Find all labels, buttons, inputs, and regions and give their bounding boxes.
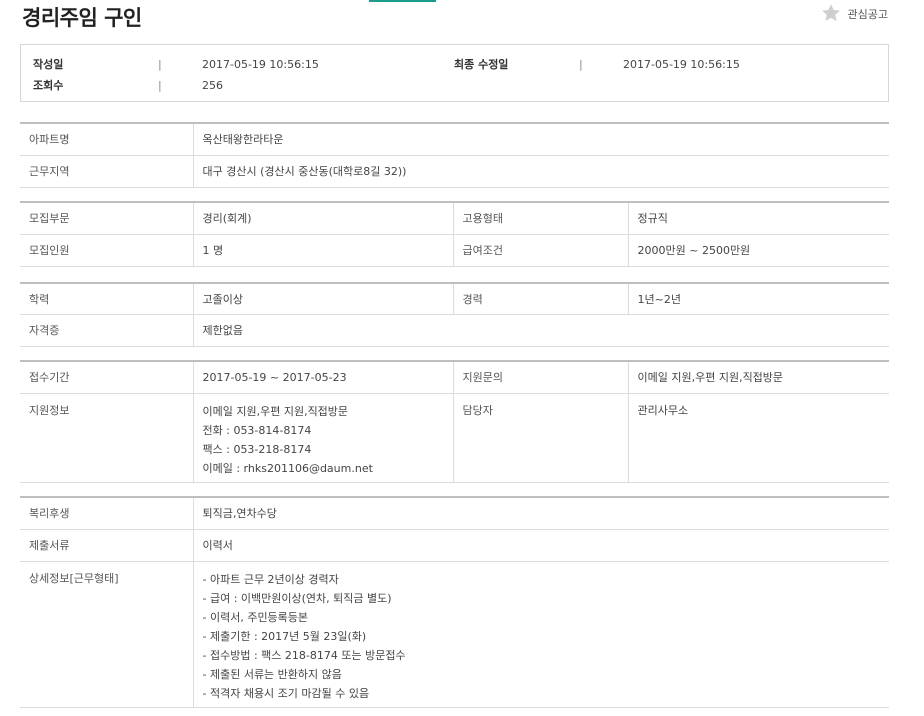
welfare-value: 퇴직금,연차수당 xyxy=(192,497,889,530)
created-label: 작성일 xyxy=(33,58,64,71)
apply-line: 전화 : 053-814-8174 xyxy=(202,423,312,437)
period-label: 접수기간 xyxy=(20,361,193,394)
dept-value: 경리(회계) xyxy=(192,202,453,235)
documents-label: 제출서류 xyxy=(20,529,193,562)
star-icon xyxy=(820,2,842,27)
views-value: 256 xyxy=(202,79,223,92)
favorite-label: 관심공고 xyxy=(847,8,888,21)
contact-value: 관리사무소 xyxy=(627,393,889,483)
employment-type-label: 고용형태 xyxy=(452,202,628,235)
work-region-value: 대구 경산시 (경산시 중산동(대학로8길 32)) xyxy=(192,155,889,188)
created-value: 2017-05-19 10:56:15 xyxy=(202,58,319,71)
favorite-button[interactable]: 관심공고 xyxy=(820,3,888,25)
recruit-info-table: 모집부문 경리(회계) 고용형태 정규직 모집인원 1 명 급여조건 2000만… xyxy=(20,201,889,267)
detail-line: - 이력서, 주민등록등본 xyxy=(202,610,309,624)
detail-label: 상세정보[근무형태] xyxy=(20,561,193,708)
experience-value: 1년~2년 xyxy=(627,283,889,315)
active-tab-indicator xyxy=(369,0,436,2)
views-label: 조회수 xyxy=(33,79,64,92)
apartment-name-label: 아파트명 xyxy=(20,123,193,156)
modified-label: 최종 수정일 xyxy=(454,58,509,71)
salary-label: 급여조건 xyxy=(452,234,628,267)
separator: | xyxy=(158,58,162,71)
documents-value: 이력서 xyxy=(192,529,889,562)
detail-line: - 급여 : 이백만원이상(연차, 퇴직금 별도) xyxy=(202,591,392,605)
separator: | xyxy=(579,58,583,71)
detail-table: 복리후생 퇴직금,연차수당 제출서류 이력서 상세정보[근무형태] - 아파트 … xyxy=(20,496,889,708)
detail-line: - 제출기한 : 2017년 5월 23일(화) xyxy=(202,629,367,643)
detail-line: - 접수방법 : 팩스 218-8174 또는 방문접수 xyxy=(202,648,406,662)
page-title: 경리주임 구인 xyxy=(22,6,142,30)
separator: | xyxy=(158,79,162,92)
detail-line: - 적격자 채용시 조기 마감될 수 있음 xyxy=(202,686,370,700)
education-label: 학력 xyxy=(20,283,193,315)
certificate-value: 제한없음 xyxy=(192,314,889,347)
apply-info-label: 지원정보 xyxy=(20,393,193,483)
experience-label: 경력 xyxy=(452,283,628,315)
headcount-label: 모집인원 xyxy=(20,234,193,267)
welfare-label: 복리후생 xyxy=(20,497,193,530)
apply-line: 팩스 : 053-218-8174 xyxy=(202,442,312,456)
salary-value: 2000만원 ~ 2500만원 xyxy=(627,234,889,267)
inquiry-value: 이메일 지원,우편 지원,직접방문 xyxy=(627,361,889,394)
apply-line: 이메일 지원,우편 지원,직접방문 xyxy=(202,404,349,418)
period-value: 2017-05-19 ~ 2017-05-23 xyxy=(192,361,453,394)
apartment-name-value: 옥산태왕한라타운 xyxy=(192,123,889,156)
dept-label: 모집부문 xyxy=(20,202,193,235)
application-table: 접수기간 2017-05-19 ~ 2017-05-23 지원문의 이메일 지원… xyxy=(20,360,889,483)
detail-value: - 아파트 근무 2년이상 경력자 - 급여 : 이백만원이상(연차, 퇴직금 … xyxy=(192,561,889,708)
education-value: 고졸이상 xyxy=(192,283,453,315)
detail-line: - 제출된 서류는 반환하지 않음 xyxy=(202,667,342,681)
modified-value: 2017-05-19 10:56:15 xyxy=(623,58,740,71)
headcount-value: 1 명 xyxy=(192,234,453,267)
qualification-table: 학력 고졸이상 경력 1년~2년 자격증 제한없음 xyxy=(20,282,889,347)
contact-label: 담당자 xyxy=(452,393,628,483)
detail-line: - 아파트 근무 2년이상 경력자 xyxy=(202,572,339,586)
employment-type-value: 정규직 xyxy=(627,202,889,235)
apply-line: 이메일 : rhks201106@daum.net xyxy=(202,461,373,475)
certificate-label: 자격증 xyxy=(20,314,193,347)
post-meta-box: 작성일 | 2017-05-19 10:56:15 최종 수정일 | 2017-… xyxy=(20,44,889,102)
apply-info-value: 이메일 지원,우편 지원,직접방문 전화 : 053-814-8174 팩스 :… xyxy=(192,393,453,483)
inquiry-label: 지원문의 xyxy=(452,361,628,394)
work-region-label: 근무지역 xyxy=(20,155,193,188)
apartment-info-table: 아파트명 옥산태왕한라타운 근무지역 대구 경산시 (경산시 중산동(대학로8길… xyxy=(20,122,889,188)
